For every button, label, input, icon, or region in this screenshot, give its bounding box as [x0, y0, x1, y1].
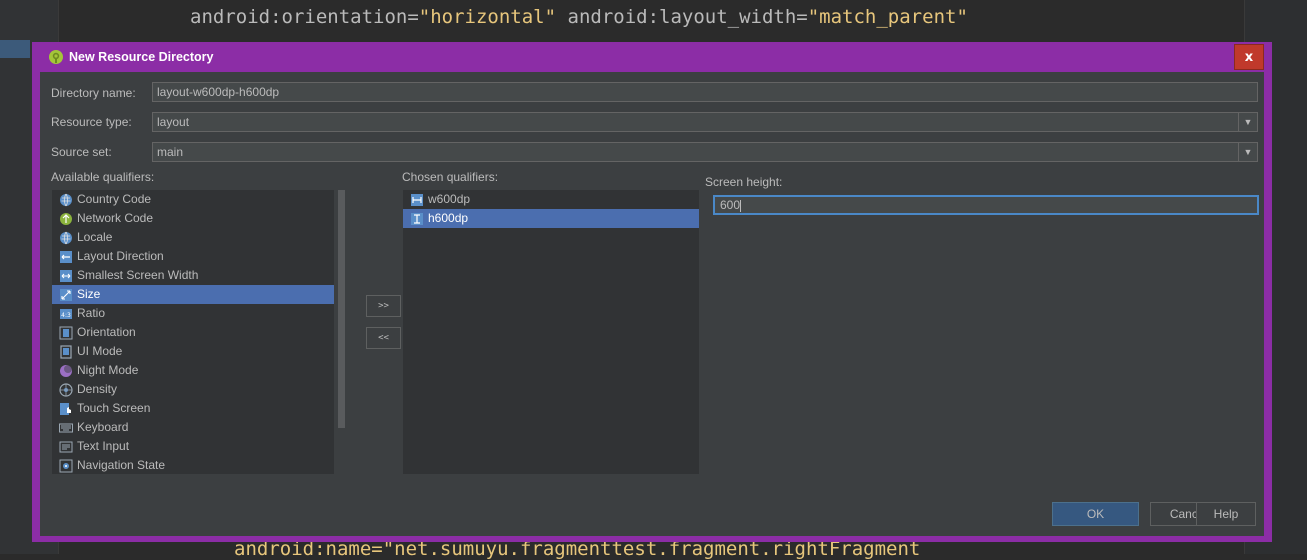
screen-width-icon: [59, 269, 73, 283]
available-qualifier-item[interactable]: Touch Screen: [52, 399, 334, 418]
network-icon: [59, 212, 73, 226]
ratio-icon: 4:3: [59, 307, 73, 321]
available-qualifier-item[interactable]: UI Mode: [52, 342, 334, 361]
globe-icon: [59, 193, 73, 207]
available-qualifier-item[interactable]: Layout Direction: [52, 247, 334, 266]
chosen-qualifiers-list[interactable]: w600dp h600dp: [403, 190, 699, 474]
height-icon: [410, 212, 424, 226]
dropdown-arrow-icon[interactable]: ▼: [1238, 113, 1257, 131]
code-string: "horizontal": [418, 6, 557, 28]
directory-name-label: Directory name:: [51, 86, 136, 100]
close-button[interactable]: x: [1234, 44, 1264, 70]
directory-name-label-text: Directory name:: [51, 86, 136, 100]
night-mode-icon: [59, 364, 73, 378]
ok-button[interactable]: OK: [1052, 502, 1139, 526]
help-button[interactable]: Help: [1196, 502, 1256, 526]
available-qualifier-item-label: Network Code: [77, 211, 154, 225]
directory-name-input[interactable]: layout-w600dp-h600dp: [152, 82, 1258, 102]
size-icon: [59, 288, 73, 302]
resource-type-select[interactable]: layout ▼: [152, 112, 1258, 132]
density-icon: [59, 382, 73, 397]
chosen-qualifier-item-label: w600dp: [428, 192, 471, 206]
new-resource-directory-dialog: New Resource Directory x Directory name:…: [32, 42, 1272, 542]
available-qualifier-item[interactable]: Navigation State: [52, 456, 334, 474]
dropdown-arrow-icon[interactable]: ▼: [1238, 143, 1257, 161]
chosen-qualifiers-label: Chosen qualifiers:: [402, 170, 499, 184]
available-qualifier-item-label: Layout Direction: [77, 249, 164, 263]
available-qualifier-item-label: Touch Screen: [77, 401, 151, 415]
available-qualifier-item[interactable]: Locale: [52, 228, 334, 247]
dialog-body: Directory name: layout-w600dp-h600dp Res…: [40, 72, 1264, 536]
available-qualifier-item-label: Ratio: [77, 306, 106, 320]
text-input-icon: [59, 440, 73, 454]
add-qualifier-button[interactable]: >>: [366, 295, 401, 317]
svg-text:4:3: 4:3: [61, 312, 71, 319]
scrollbar[interactable]: [334, 190, 348, 474]
screen-height-label: Screen height:: [705, 175, 783, 189]
available-qualifier-item-label: Locale: [77, 230, 113, 244]
code-attr: android:orientation=: [190, 6, 419, 28]
source-set-label-text: Source set:: [51, 145, 112, 159]
available-qualifier-item-label: Density: [77, 382, 118, 396]
available-qualifier-item-label: UI Mode: [77, 344, 123, 358]
gutter-highlight: [0, 40, 30, 58]
available-qualifier-item-label: Navigation State: [77, 458, 166, 472]
ui-mode-icon: [59, 344, 73, 359]
screen-height-input[interactable]: 600: [713, 195, 1259, 215]
chosen-qualifier-item[interactable]: w600dp: [403, 190, 699, 209]
keyboard-icon: [59, 421, 73, 435]
code-line-top: android:orientation="horizontal" android…: [190, 6, 968, 28]
available-qualifier-item[interactable]: Orientation: [52, 323, 334, 342]
globe-icon: [59, 231, 73, 245]
available-qualifier-item[interactable]: Size: [52, 285, 334, 304]
scrollbar-thumb[interactable]: [338, 190, 345, 428]
available-qualifier-item[interactable]: Smallest Screen Width: [52, 266, 334, 285]
available-qualifier-item-label: Night Mode: [77, 363, 139, 377]
available-qualifier-item[interactable]: Density: [52, 380, 334, 399]
resource-type-label: Resource type:: [51, 115, 132, 129]
navigation-icon: [59, 459, 73, 473]
source-set-label: Source set:: [51, 145, 112, 159]
available-qualifier-item[interactable]: Text Input: [52, 437, 334, 456]
available-qualifier-item[interactable]: Night Mode: [52, 361, 334, 380]
source-set-select[interactable]: main ▼: [152, 142, 1258, 162]
available-qualifier-item[interactable]: 4:3 Ratio: [52, 304, 334, 323]
chosen-qualifier-item-label: h600dp: [428, 211, 469, 225]
available-qualifier-item[interactable]: Network Code: [52, 209, 334, 228]
touch-icon: [59, 402, 73, 416]
available-qualifier-item-label: Text Input: [77, 439, 130, 453]
code-string: "match_parent": [807, 6, 968, 28]
available-qualifier-item-label: Orientation: [77, 325, 136, 339]
direction-icon: [59, 250, 73, 264]
code-attr: android:layout_width=: [556, 6, 808, 28]
available-qualifiers-label: Available qualifiers:: [51, 170, 155, 184]
available-qualifier-item-label: Keyboard: [77, 420, 129, 434]
available-qualifier-item[interactable]: Country Code: [52, 190, 334, 209]
close-icon: x: [1244, 49, 1254, 65]
resource-type-label-text: Resource type:: [51, 115, 132, 129]
chosen-qualifier-item[interactable]: h600dp: [403, 209, 699, 228]
text-caret: [740, 199, 742, 212]
available-qualifiers-list[interactable]: Country Code Network Code Locale Layout Dir…: [52, 190, 348, 474]
screen-height-value: 600: [720, 198, 741, 212]
available-qualifier-item[interactable]: Keyboard: [52, 418, 334, 437]
orientation-icon: [59, 326, 73, 340]
dialog-titlebar[interactable]: New Resource Directory x: [32, 42, 1272, 72]
directory-name-value: layout-w600dp-h600dp: [157, 85, 280, 99]
available-qualifier-item-label: Smallest Screen Width: [77, 268, 199, 282]
dialog-title: New Resource Directory: [69, 50, 214, 64]
remove-qualifier-button[interactable]: <<: [366, 327, 401, 349]
available-qualifier-item-label: Country Code: [77, 192, 152, 206]
available-qualifier-item-label: Size: [77, 287, 101, 301]
chosen-qualifier-items: w600dp h600dp: [403, 190, 699, 228]
width-icon: [410, 193, 424, 207]
source-set-value: main: [157, 145, 184, 159]
available-qualifier-items: Country Code Network Code Locale Layout Dir…: [52, 190, 334, 474]
android-icon: [48, 49, 64, 65]
resource-type-value: layout: [157, 115, 190, 129]
